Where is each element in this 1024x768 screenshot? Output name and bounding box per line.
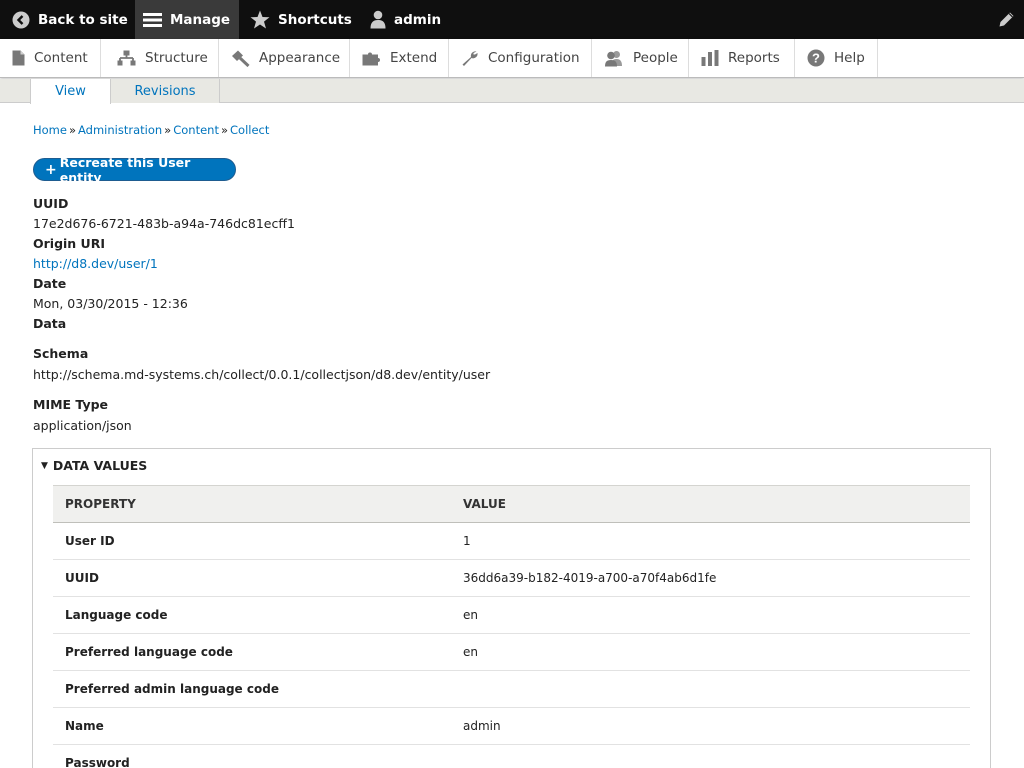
plus-icon: + <box>45 161 57 178</box>
tab-revisions[interactable]: Revisions <box>111 79 220 103</box>
menu-item-label: Structure <box>145 50 208 66</box>
value-cell: admin <box>451 707 970 745</box>
value-cell: en <box>451 633 970 671</box>
puzzle-icon <box>362 52 380 66</box>
origin-uri-link[interactable]: http://d8.dev/user/1 <box>33 256 158 271</box>
menu-item-help[interactable]: ? Help <box>795 39 878 77</box>
uuid-label: UUID <box>33 196 69 211</box>
back-arrow-icon <box>12 11 30 28</box>
value-cell: 36dd6a39-b182-4019-a700-a70f4ab6d1fe <box>451 559 970 597</box>
page-icon <box>12 50 25 66</box>
origin-uri-value: http://d8.dev/user/1 <box>33 256 158 271</box>
manage-label: Manage <box>170 11 231 28</box>
menu-item-extend[interactable]: Extend <box>350 39 449 77</box>
menu-item-label: Configuration <box>488 50 580 66</box>
tab-view[interactable]: View <box>30 79 111 104</box>
data-values-summary[interactable]: ▼ DATA VALUES <box>41 458 147 473</box>
people-icon <box>605 50 622 66</box>
property-cell: Preferred language code <box>53 633 451 671</box>
table-row: Preferred admin language code <box>53 670 970 708</box>
column-header-value: VALUE <box>451 485 970 523</box>
table-header-row: PROPERTY VALUE <box>53 485 970 523</box>
menu-item-reports[interactable]: Reports <box>689 39 795 77</box>
recreate-entity-label: Recreate this User entity <box>59 154 191 185</box>
menu-item-label: Reports <box>728 50 780 66</box>
menu-item-label: People <box>633 50 678 66</box>
breadcrumb-content[interactable]: Content <box>173 123 219 137</box>
menu-item-appearance[interactable]: Appearance <box>219 39 350 77</box>
breadcrumb-separator: » <box>220 123 229 137</box>
shortcuts-label: Shortcuts <box>278 11 352 28</box>
pencil-icon <box>999 12 1014 27</box>
date-label: Date <box>33 276 67 291</box>
back-to-site-link[interactable]: Back to site <box>12 0 128 39</box>
schema-label: Schema <box>33 346 89 361</box>
edit-mode-toggle[interactable] <box>998 0 1023 39</box>
user-icon <box>370 10 386 29</box>
menu-item-label: Appearance <box>259 50 341 66</box>
property-cell: Language code <box>53 596 451 634</box>
breadcrumb-separator: » <box>68 123 77 137</box>
menu-item-structure[interactable]: Structure <box>101 39 219 77</box>
date-value: Mon, 03/30/2015 - 12:36 <box>33 296 188 311</box>
property-cell: Preferred admin language code <box>53 670 451 708</box>
uuid-value: 17e2d676-6721-483b-a94a-746dc81ecff1 <box>33 216 295 231</box>
manage-tab[interactable]: Manage <box>135 0 239 39</box>
schema-value: http://schema.md-systems.ch/collect/0.0.… <box>33 367 491 382</box>
breadcrumb-separator: » <box>164 123 172 137</box>
paint-icon <box>232 50 250 67</box>
help-icon: ? <box>807 49 825 67</box>
bar-chart-icon <box>701 50 719 66</box>
breadcrumb-home[interactable]: Home <box>33 123 67 137</box>
table-row: Language code en <box>53 596 970 634</box>
property-cell: Password <box>53 744 451 768</box>
menu-item-people[interactable]: People <box>592 39 689 77</box>
origin-uri-label: Origin URI <box>33 236 105 251</box>
back-to-site-label: Back to site <box>38 11 128 28</box>
sitemap-icon <box>117 50 136 66</box>
menu-item-configuration[interactable]: Configuration <box>449 39 592 77</box>
recreate-entity-button[interactable]: + Recreate this User entity <box>33 155 236 185</box>
value-cell <box>451 744 970 768</box>
menu-item-label: Content <box>34 50 88 66</box>
value-cell <box>451 670 970 708</box>
breadcrumb: Home» Administration» Content» Collect <box>33 123 269 137</box>
value-cell: 1 <box>451 522 970 560</box>
user-account-tab[interactable]: admin <box>370 0 441 39</box>
property-cell: Name <box>53 707 451 745</box>
table-row: User ID 1 <box>53 522 970 560</box>
svg-text:?: ? <box>812 51 820 66</box>
shortcuts-tab[interactable]: Shortcuts <box>250 0 352 39</box>
data-values-table: PROPERTY VALUE User ID 1 UUID 36dd6a39-b… <box>53 485 970 768</box>
wrench-icon <box>462 51 478 66</box>
star-icon <box>250 10 270 29</box>
menu-item-label: Extend <box>390 50 438 66</box>
breadcrumb-collect[interactable]: Collect <box>230 123 269 137</box>
admin-toolbar: Back to site Manage Shortcuts admin <box>0 0 1024 39</box>
triangle-down-icon: ▼ <box>41 460 48 471</box>
admin-menu-tray: Content Structure Appearance Extend Conf… <box>0 39 1024 78</box>
user-name-label: admin <box>394 11 442 28</box>
data-values-title: DATA VALUES <box>52 458 148 473</box>
mime-type-value: application/json <box>33 418 132 433</box>
mime-type-label: MIME Type <box>33 397 109 412</box>
table-row: Name admin <box>53 707 970 745</box>
menu-item-content[interactable]: Content <box>0 39 101 77</box>
menu-item-label: Help <box>834 50 865 66</box>
column-header-property: PROPERTY <box>53 485 451 523</box>
table-row: Password <box>53 744 970 768</box>
breadcrumb-administration[interactable]: Administration <box>78 123 162 137</box>
property-cell: UUID <box>53 559 451 597</box>
data-values-details: ▼ DATA VALUES PROPERTY VALUE User ID 1 U… <box>32 448 991 768</box>
hamburger-menu-icon <box>143 12 162 27</box>
data-label: Data <box>33 316 67 331</box>
value-cell: en <box>451 596 970 634</box>
property-cell: User ID <box>53 522 451 560</box>
primary-tabs: View Revisions <box>0 79 1024 104</box>
table-row: Preferred language code en <box>53 633 970 671</box>
table-row: UUID 36dd6a39-b182-4019-a700-a70f4ab6d1f… <box>53 559 970 597</box>
